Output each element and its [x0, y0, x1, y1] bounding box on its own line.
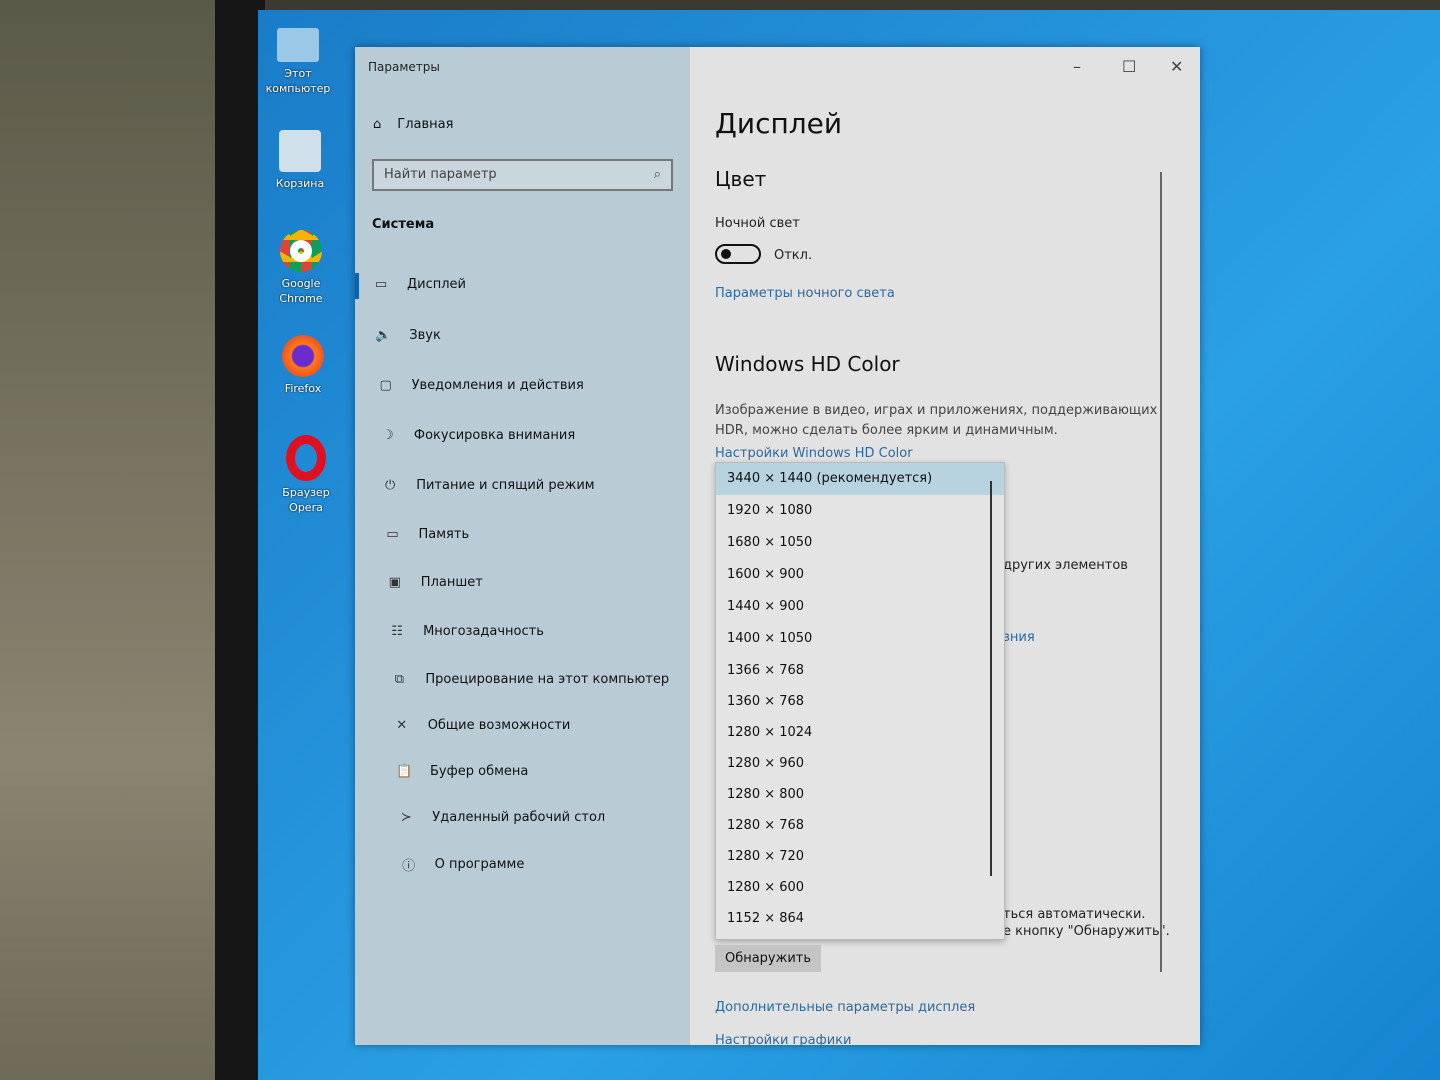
sidebar-item[interactable]: ⓘ О программе [401, 855, 525, 874]
hd-description-2: HDR, можно сделать более ярким и динамич… [715, 423, 1058, 438]
dropdown-scrollbar[interactable] [990, 481, 992, 876]
close-button[interactable]: ✕ [1170, 57, 1183, 76]
settings-window: Параметры ⌂ Главная Найти параметр ⌕ Систе… [355, 47, 1200, 1048]
sidebar-item[interactable]: ☽ Фокусировка внимания [380, 428, 575, 443]
sidebar-item-label: Дисплей [407, 277, 467, 292]
chrome-icon [280, 230, 322, 272]
sidebar-home[interactable]: ⌂ Главная [373, 117, 453, 132]
sidebar-item-label: Проецирование на этот компьютер [425, 672, 670, 687]
sidebar-item[interactable]: 📋 Буфер обмена [396, 764, 528, 779]
desktop-icon-opera[interactable]: Браузер Opera [266, 435, 346, 515]
computer-icon [277, 28, 319, 62]
resolution-option[interactable]: 1680 × 1050 [716, 527, 1004, 559]
resolution-option[interactable]: 1366 × 768 [716, 655, 1004, 686]
page-title: Дисплей [715, 107, 843, 140]
sidebar-item-icon: ▭ [386, 527, 399, 542]
sidebar-item-icon: ▢ [379, 378, 392, 393]
main-content: – ☐ ✕ Дисплей Цвет Ночной свет Откл. Пар… [690, 47, 1200, 1048]
sidebar-item-label: О программе [434, 857, 525, 872]
graphics-settings-link[interactable]: Настройки графики [715, 1033, 851, 1048]
sidebar-item-icon: ▣ [388, 575, 401, 590]
detect-button[interactable]: Обнаружить [715, 945, 821, 972]
hd-description-1: Изображение в видео, играх и приложениях… [715, 403, 1158, 418]
sidebar-item-icon: ✕ [396, 718, 408, 733]
sidebar-item-icon: 🔈 [375, 328, 392, 343]
window-title: Параметры [368, 60, 440, 74]
resolution-option[interactable]: 1280 × 960 [716, 748, 1004, 779]
sidebar-item[interactable]: ⧉ Проецирование на этот компьютер [391, 672, 669, 687]
night-light-toggle[interactable] [715, 244, 761, 264]
hd-color-settings-link[interactable]: Настройки Windows HD Color [715, 446, 913, 461]
partial-text: ться автоматически. [1003, 907, 1146, 922]
sidebar-item[interactable]: ▭ Дисплей [373, 277, 466, 292]
resolution-option[interactable]: 1280 × 768 [716, 810, 1004, 841]
sidebar-item[interactable]: ▣ Планшет [387, 575, 483, 590]
night-light-label: Ночной свет [715, 216, 800, 231]
sidebar-item-icon: ⓘ [402, 859, 416, 874]
sidebar-item[interactable]: ▭ Память [385, 527, 470, 542]
sidebar-item[interactable]: ☷ Многозадачность [389, 624, 544, 639]
sidebar-item-icon: ▭ [374, 277, 388, 292]
desktop-icon-chrome[interactable]: Google Chrome [261, 230, 341, 306]
sidebar-item[interactable]: ≻ Удаленный рабочий стол [398, 810, 605, 825]
resolution-option[interactable]: 1360 × 768 [716, 686, 1004, 717]
hd-color-heading: Windows HD Color [715, 352, 900, 376]
desktop-icon-this-pc[interactable]: Этот компьютер [258, 28, 338, 96]
sidebar-item-icon: ☷ [391, 624, 403, 639]
resolution-option[interactable]: 1400 × 1050 [716, 623, 1004, 655]
sidebar-item-label: Буфер обмена [430, 764, 529, 779]
resolution-option[interactable]: 1600 × 900 [716, 559, 1004, 591]
sidebar-item-label: Уведомления и действия [411, 378, 584, 393]
section-heading: Система [372, 217, 435, 232]
opera-icon [286, 435, 326, 481]
desktop-icon-recycle-bin[interactable]: Корзина [260, 130, 340, 191]
sidebar-item-icon: ≻ [400, 810, 412, 825]
sidebar-item-icon: 📋 [396, 764, 413, 779]
background-wall [0, 0, 230, 1080]
sidebar-item-icon: ☽ [382, 428, 394, 443]
firefox-icon [282, 335, 324, 377]
desktop-icon-firefox[interactable]: Firefox [263, 335, 343, 396]
resolution-option[interactable]: 1152 × 864 [716, 903, 1004, 934]
resolution-option[interactable]: 1440 × 900 [716, 591, 1004, 623]
night-light-settings-link[interactable]: Параметры ночного света [715, 286, 895, 301]
sidebar: Параметры ⌂ Главная Найти параметр ⌕ Систе… [355, 47, 690, 1045]
home-icon: ⌂ [373, 117, 382, 132]
resolution-dropdown-list[interactable]: 3440 × 1440 (рекомендуется) 1920 × 1080 16… [715, 462, 1005, 940]
sidebar-item-label: Удаленный рабочий стол [432, 810, 606, 825]
sidebar-item-label: Многозадачность [423, 624, 544, 639]
sidebar-item-label: Общие возможности [427, 718, 571, 733]
sidebar-item[interactable]: ✕ Общие возможности [394, 718, 571, 733]
partial-text: других элементов [1003, 558, 1128, 573]
search-icon: ⌕ [653, 167, 661, 182]
resolution-option[interactable]: 1920 × 1080 [716, 495, 1004, 527]
sidebar-item-label: Питание и спящий режим [416, 478, 595, 493]
sidebar-item[interactable]: 🔈 Звук [375, 328, 441, 343]
resolution-option[interactable]: 3440 × 1440 (рекомендуется) [716, 463, 1004, 495]
sidebar-item[interactable]: ⏻ Питание и спящий режим [382, 478, 595, 493]
sidebar-item-label: Планшет [420, 575, 483, 590]
resolution-option[interactable]: 1280 × 800 [716, 779, 1004, 810]
sidebar-item-icon: ⧉ [394, 672, 405, 687]
sidebar-item-label: Память [418, 527, 470, 542]
resolution-option[interactable]: 1280 × 720 [716, 841, 1004, 872]
sidebar-item-icon: ⏻ [385, 478, 396, 493]
sidebar-item-label: Фокусировка внимания [413, 428, 576, 443]
main-scrollbar[interactable] [1160, 172, 1162, 972]
selected-indicator [355, 273, 359, 299]
advanced-display-link[interactable]: Дополнительные параметры дисплея [715, 1000, 975, 1015]
resolution-option[interactable]: 1280 × 600 [716, 872, 1004, 903]
partial-text: е кнопку "Обнаружить". [1003, 924, 1170, 939]
sidebar-item-label: Звук [409, 328, 441, 343]
partial-link[interactable]: зния [1003, 630, 1035, 645]
recycle-bin-icon [279, 130, 321, 172]
resolution-option[interactable]: 1280 × 1024 [716, 717, 1004, 748]
sidebar-item[interactable]: ▢ Уведомления и действия [378, 378, 584, 393]
night-light-state: Откл. [774, 248, 813, 263]
maximize-button[interactable]: ☐ [1122, 57, 1136, 76]
minimize-button[interactable]: – [1073, 57, 1081, 76]
search-input[interactable]: Найти параметр ⌕ [372, 159, 673, 191]
color-heading: Цвет [715, 167, 767, 191]
